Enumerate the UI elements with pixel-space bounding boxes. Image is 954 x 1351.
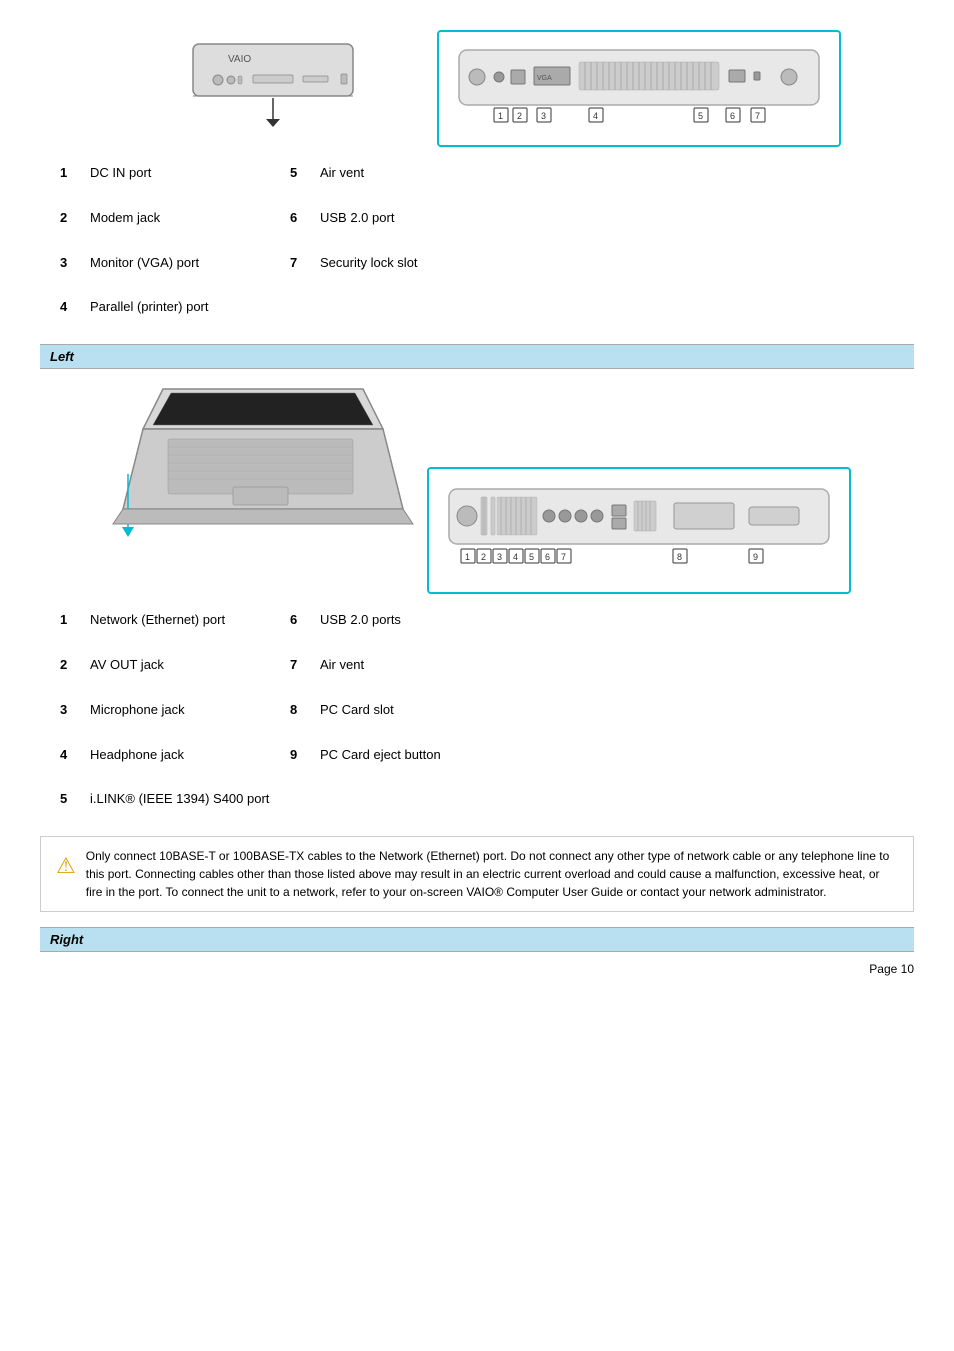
left-panel-svg: 1 2 3 4 5 6 7 8 <box>439 479 839 579</box>
back-item-num-2: 2 <box>60 202 90 235</box>
svg-text:8: 8 <box>677 552 682 562</box>
left-parts-list: 1 Network (Ethernet) port 6 USB 2.0 port… <box>60 604 914 816</box>
back-item-num-5: 5 <box>290 157 320 190</box>
svg-text:6: 6 <box>545 552 550 562</box>
left-item-label-1: Network (Ethernet) port <box>90 604 290 637</box>
back-item-label-4: Parallel (printer) port <box>90 291 290 324</box>
svg-text:1: 1 <box>498 111 503 121</box>
svg-text:VGA: VGA <box>537 75 552 82</box>
back-item-label-7: Security lock slot <box>320 247 540 280</box>
back-parts-list: 1 DC IN port 5 Air vent 2 Modem jack 6 U… <box>60 157 914 324</box>
left-item-num-6: 6 <box>290 604 320 637</box>
back-item-num-3: 3 <box>60 247 90 280</box>
left-panel-diagram: 1 2 3 4 5 6 7 8 <box>427 467 851 594</box>
svg-text:2: 2 <box>481 552 486 562</box>
svg-text:3: 3 <box>497 552 502 562</box>
back-item-label-3: Monitor (VGA) port <box>90 247 290 280</box>
svg-text:9: 9 <box>753 552 758 562</box>
left-item-num-4: 4 <box>60 739 90 772</box>
warning-text: Only connect 10BASE-T or 100BASE-TX cabl… <box>86 847 898 901</box>
left-item-label-3: Microphone jack <box>90 694 290 727</box>
svg-text:5: 5 <box>698 111 703 121</box>
left-item-num-2: 2 <box>60 649 90 682</box>
svg-text:3: 3 <box>541 111 546 121</box>
back-panel-svg: VGA <box>449 42 829 132</box>
back-item-label-1: DC IN port <box>90 157 290 190</box>
left-item-label-8: PC Card slot <box>320 694 540 727</box>
svg-text:7: 7 <box>561 552 566 562</box>
back-item-num-1: 1 <box>60 157 90 190</box>
left-diagram-wrapper: 1 2 3 4 5 6 7 8 <box>40 379 914 594</box>
left-item-num-9: 9 <box>290 739 320 772</box>
svg-text:1: 1 <box>465 552 470 562</box>
left-item-num-5: 5 <box>60 783 90 816</box>
svg-text:VAIO: VAIO <box>228 54 251 65</box>
back-item-label-6: USB 2.0 port <box>320 202 540 235</box>
back-top-laptop-svg: VAIO <box>113 42 433 132</box>
left-item-label-7: Air vent <box>320 649 540 682</box>
back-panel-diagram: VGA <box>437 30 841 147</box>
left-item-label-5: i.LINK® (IEEE 1394) S400 port <box>90 783 540 816</box>
left-item-label-9: PC Card eject button <box>320 739 540 772</box>
svg-text:4: 4 <box>593 111 598 121</box>
left-item-num-7: 7 <box>290 649 320 682</box>
warning-icon: ⚠ <box>56 849 76 882</box>
svg-text:5: 5 <box>529 552 534 562</box>
page-number: Page 10 <box>40 962 914 976</box>
left-item-label-6: USB 2.0 ports <box>320 604 540 637</box>
back-item-num-7: 7 <box>290 247 320 280</box>
warning-box: ⚠ Only connect 10BASE-T or 100BASE-TX ca… <box>40 836 914 912</box>
back-item-label-5: Air vent <box>320 157 540 190</box>
back-diagram-wrapper: VAIO <box>40 30 914 147</box>
left-item-label-2: AV OUT jack <box>90 649 290 682</box>
svg-text:2: 2 <box>517 111 522 121</box>
left-item-num-8: 8 <box>290 694 320 727</box>
svg-text:4: 4 <box>513 552 518 562</box>
svg-text:6: 6 <box>730 111 735 121</box>
svg-text:7: 7 <box>755 111 760 121</box>
back-item-label-2: Modem jack <box>90 202 290 235</box>
left-section-header: Left <box>40 344 914 369</box>
left-laptop-perspective-svg <box>103 379 423 579</box>
back-item-num-6: 6 <box>290 202 320 235</box>
left-item-label-4: Headphone jack <box>90 739 290 772</box>
right-section-header: Right <box>40 927 914 952</box>
warning-body: Only connect 10BASE-T or 100BASE-TX cabl… <box>86 849 890 899</box>
left-item-num-3: 3 <box>60 694 90 727</box>
back-item-num-4: 4 <box>60 291 90 324</box>
left-item-num-1: 1 <box>60 604 90 637</box>
